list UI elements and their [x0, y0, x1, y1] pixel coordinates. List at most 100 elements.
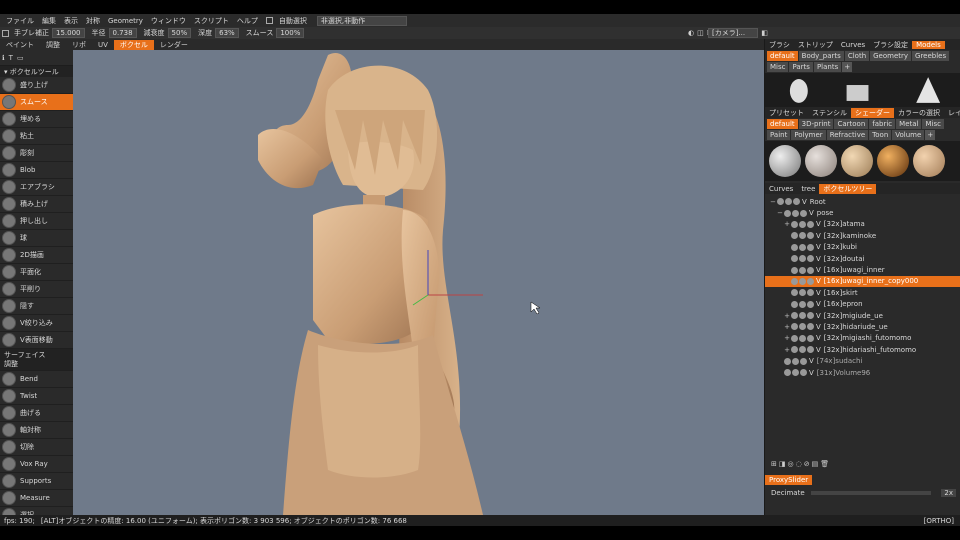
tool-item-tools-top-7[interactable]: 積み上げ: [0, 196, 73, 213]
tool-twist[interactable]: Twist: [0, 388, 73, 405]
tool-item-tools-top-8[interactable]: 押し出し: [0, 213, 73, 230]
visibility-eye-icon[interactable]: [791, 220, 798, 228]
ghost-icon[interactable]: [799, 243, 806, 251]
shader-ball-1[interactable]: [769, 145, 801, 177]
merge-icon[interactable]: ◎: [788, 460, 794, 468]
shader-chip-paint[interactable]: Paint: [767, 130, 791, 140]
radius-input[interactable]: 0.738: [108, 28, 137, 38]
link-icon[interactable]: ⊘: [804, 460, 810, 468]
tool-item-tools-top-11[interactable]: 平面化: [0, 264, 73, 281]
shader-icon[interactable]: [800, 369, 807, 377]
auto-select-checkbox[interactable]: [265, 17, 273, 24]
layout-icon[interactable]: ▭: [17, 54, 24, 62]
visibility-eye-icon[interactable]: [791, 346, 798, 354]
smooth-input[interactable]: 100%: [276, 28, 305, 38]
ghost-icon[interactable]: [792, 357, 799, 365]
clone-icon[interactable]: ◌: [796, 460, 802, 468]
shader-chip-metal[interactable]: Metal: [896, 119, 922, 129]
tree-node[interactable]: V [74x]sudachi: [765, 355, 960, 366]
menu-item-item-6[interactable]: スクリプト: [190, 16, 233, 26]
tree-node[interactable]: V [32x]kubi: [765, 242, 960, 253]
tool-vox-ray[interactable]: Vox Ray: [0, 456, 73, 473]
shader-chip-refractive[interactable]: Refractive: [826, 130, 869, 140]
brush-tab-models[interactable]: Models: [912, 40, 945, 49]
tree-node[interactable]: V [32x]kaminoke: [765, 230, 960, 241]
tool-supports[interactable]: Supports: [0, 473, 73, 490]
shader-ball-4[interactable]: [877, 145, 909, 177]
tool-item-tools-top-1[interactable]: スムース: [0, 94, 73, 111]
expand-toggle[interactable]: +: [783, 346, 791, 354]
shader-icon[interactable]: [807, 289, 814, 297]
visibility-eye-icon[interactable]: [791, 334, 798, 342]
visibility-eye-icon[interactable]: [791, 312, 798, 320]
shader-icon[interactable]: [807, 220, 814, 228]
expand-toggle[interactable]: −: [769, 198, 777, 206]
tree-node[interactable]: V [16x]epron: [765, 299, 960, 310]
tree-node[interactable]: V [16x]skirt: [765, 287, 960, 298]
visibility-eye-icon[interactable]: [791, 243, 798, 251]
tool-v[interactable]: V絞り込み: [0, 315, 73, 332]
room-tab-item-4[interactable]: ボクセル: [113, 39, 154, 50]
room-tab-item-1[interactable]: 調整: [40, 40, 66, 50]
visibility-eye-icon[interactable]: [791, 255, 798, 263]
menu-item-item-7[interactable]: ヘルプ: [233, 16, 262, 26]
visibility-eye-icon[interactable]: [791, 300, 798, 308]
shader-chip-default[interactable]: default: [767, 119, 798, 129]
tree-node[interactable]: + V [32x]hidariude_ue: [765, 321, 960, 332]
preset-tab-item-1[interactable]: ステンシル: [808, 108, 851, 118]
shader-ball-2[interactable]: [805, 145, 837, 177]
tree-node[interactable]: V [16x]uwagi_inner_copy000: [765, 275, 960, 288]
tool-item-tools-top-9[interactable]: 球: [0, 230, 73, 247]
camera-dropdown[interactable]: [カメラ]...: [708, 28, 758, 38]
tree-node[interactable]: V [31x]Volume96: [765, 367, 960, 378]
tree-node[interactable]: − V Root: [765, 196, 960, 207]
model-chip-geometry[interactable]: Geometry: [870, 51, 912, 61]
falloff-input[interactable]: 50%: [167, 28, 192, 38]
ghost-icon[interactable]: [799, 220, 806, 228]
tree-node[interactable]: + V [32x]migiashi_futomomo: [765, 333, 960, 344]
box-icon[interactable]: ◧: [761, 29, 768, 38]
decimate-slider[interactable]: [810, 491, 932, 495]
expand-toggle[interactable]: +: [783, 334, 791, 342]
shader-icon[interactable]: [807, 232, 814, 240]
tree-node[interactable]: V [16x]uwagi_inner: [765, 264, 960, 275]
model-chip-add-button[interactable]: +: [842, 62, 853, 72]
tool-item-tools-bottom-3[interactable]: 軸対称: [0, 422, 73, 439]
tool-2d[interactable]: 2D描画: [0, 247, 73, 264]
shader-chip-misc[interactable]: Misc: [922, 119, 944, 129]
room-tab-item-5[interactable]: レンダー: [154, 40, 194, 50]
ghost-icon[interactable]: [792, 209, 799, 217]
shader-icon[interactable]: [807, 334, 814, 342]
shader-chip-cartoon[interactable]: Cartoon: [834, 119, 869, 129]
visibility-eye-icon[interactable]: [791, 266, 798, 274]
3d-viewport[interactable]: [73, 50, 764, 515]
stroke-smooth-checkbox[interactable]: [2, 29, 9, 37]
tool-item-tools-top-4[interactable]: 彫刻: [0, 145, 73, 162]
ghost-icon[interactable]: [799, 289, 806, 297]
shader-icon[interactable]: [800, 357, 807, 365]
shader-chip-3d-print[interactable]: 3D-print: [798, 119, 834, 129]
tree-node[interactable]: + V [32x]hidariashi_futomomo: [765, 344, 960, 355]
preset-tab-item-0[interactable]: プリセット: [765, 108, 808, 118]
add-volume-icon[interactable]: ⊞: [771, 460, 777, 468]
visibility-eye-icon[interactable]: [777, 198, 784, 206]
model-chip-misc[interactable]: Misc: [767, 62, 789, 72]
tree-tab-curves[interactable]: Curves: [765, 185, 797, 193]
shader-chip-polymer[interactable]: Polymer: [791, 130, 826, 140]
menu-item-item-1[interactable]: 編集: [38, 16, 60, 26]
model-chip-default[interactable]: default: [767, 51, 798, 61]
tool-blob[interactable]: Blob: [0, 162, 73, 179]
ghost-icon[interactable]: [799, 346, 806, 354]
tool-item-tools-top-0[interactable]: 盛り上げ: [0, 77, 73, 94]
preset-tab-item-4[interactable]: レイヤー: [944, 108, 960, 118]
expand-toggle[interactable]: +: [783, 312, 791, 320]
selection-mode-dropdown[interactable]: 非選択,非動作: [316, 15, 407, 26]
shader-chip-fabric[interactable]: fabric: [869, 119, 896, 129]
ghost-icon[interactable]: [799, 312, 806, 320]
visibility-eye-icon[interactable]: [791, 289, 798, 297]
preset-tab-item-2[interactable]: シェーダー: [851, 107, 894, 118]
ghost-icon[interactable]: [799, 334, 806, 342]
ghost-icon[interactable]: [792, 369, 799, 377]
tool-item-tools-top-3[interactable]: 粘土: [0, 128, 73, 145]
split-icon[interactable]: ◨: [779, 460, 786, 468]
